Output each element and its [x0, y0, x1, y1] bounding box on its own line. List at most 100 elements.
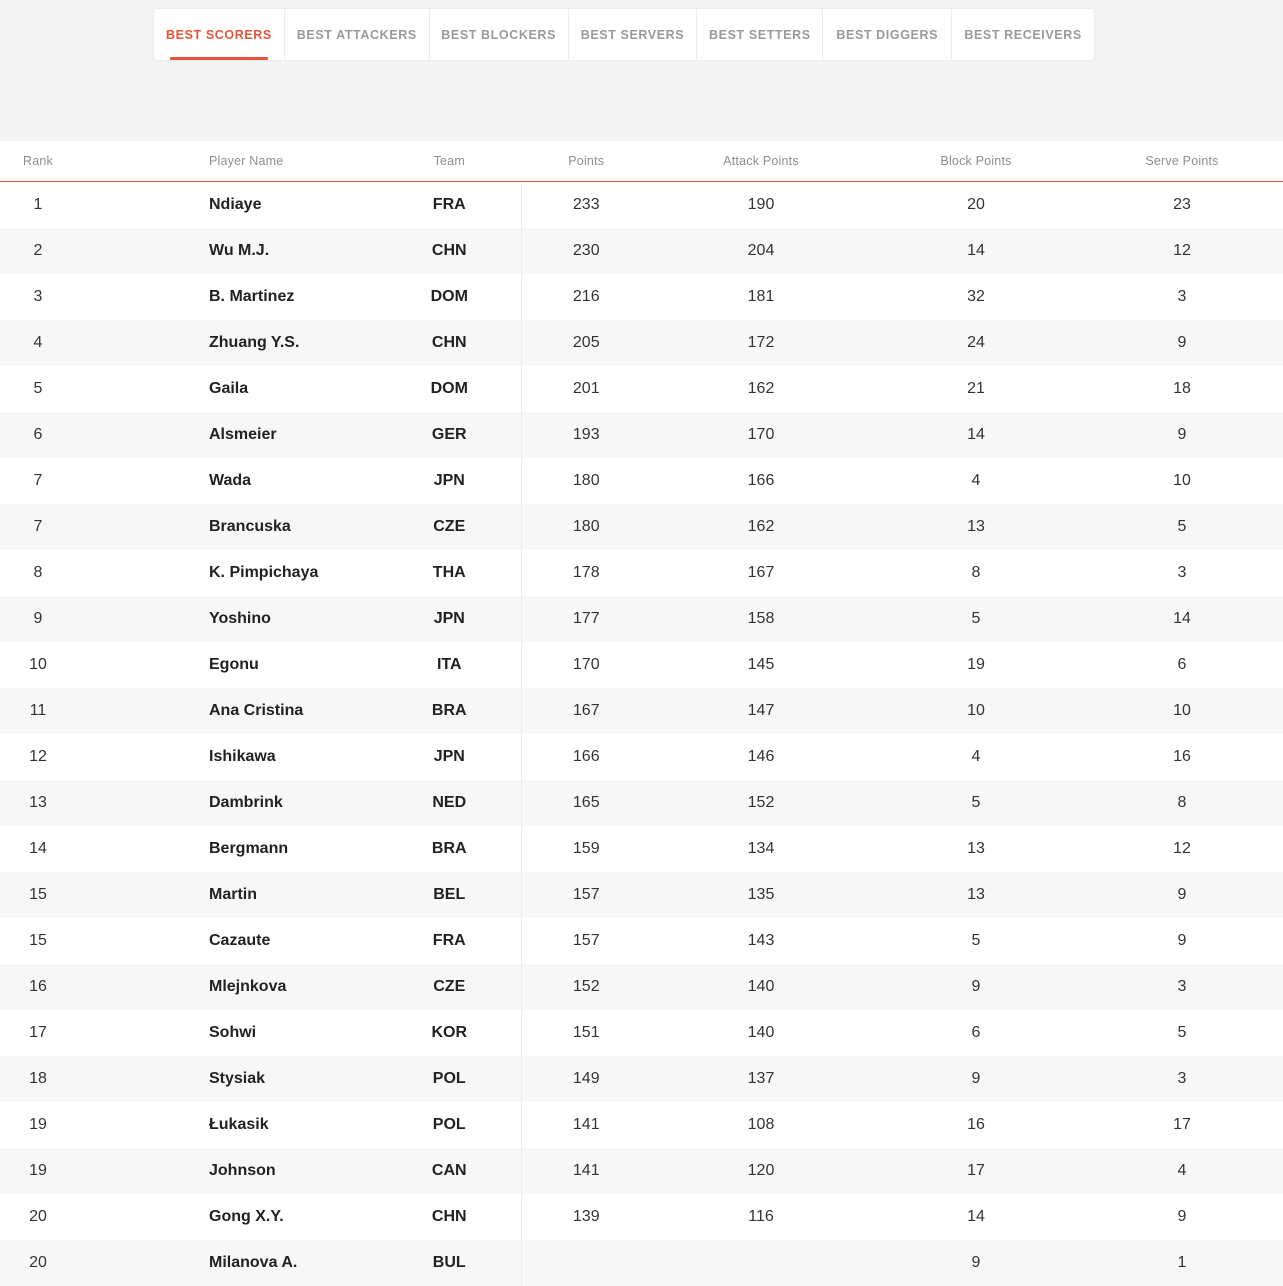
table-row[interactable]: 15 Cazaute FRA 157 143 5 9 — [0, 918, 1283, 964]
serve-points-cell: 17 — [1173, 1116, 1191, 1133]
table-row[interactable]: 1 Ndiaye FRA 233 190 20 23 — [0, 181, 1283, 228]
block-points-cell: 14 — [967, 1208, 985, 1225]
table-body: 1 Ndiaye FRA 233 190 20 23 2 Wu M.J. CHN 230 204 14 1… — [0, 181, 1283, 1286]
table-row[interactable]: 8 K. Pimpichaya THA 178 167 8 3 — [0, 550, 1283, 596]
tab-best-blockers[interactable]: BEST BLOCKERS — [430, 9, 569, 60]
points-cell — [521, 1240, 651, 1286]
rank-cell: 15 — [29, 932, 47, 949]
team-cell: ITA — [378, 642, 522, 688]
team-cell: DOM — [378, 366, 522, 412]
serve-points-cell: 9 — [1081, 412, 1283, 458]
points-cell: 159 — [572, 840, 600, 857]
block-points-cell: 13 — [967, 840, 985, 857]
rank-cell: 14 — [29, 840, 47, 857]
table-row[interactable]: 15 Martin BEL 157 135 13 9 — [0, 872, 1283, 918]
column-header-player-name[interactable]: Player Name — [76, 141, 378, 182]
points-cell: 139 — [572, 1208, 600, 1225]
rank-cell: 12 — [29, 748, 47, 765]
table-row[interactable]: 7 Brancuska CZE 180 162 13 5 — [0, 504, 1283, 550]
rank-cell: 5 — [33, 380, 43, 397]
table-row[interactable]: 7 Wada JPN 180 166 4 10 — [0, 458, 1283, 504]
serve-points-cell: 10 — [1081, 688, 1283, 734]
table-row[interactable]: 13 Dambrink NED 165 152 5 8 — [0, 780, 1283, 826]
attack-points-cell: 120 — [651, 1148, 871, 1194]
table-row[interactable]: 19 Johnson CAN 141 120 17 4 — [0, 1148, 1283, 1194]
team-cell: CAN — [378, 1148, 522, 1194]
tab-best-servers[interactable]: BEST SERVERS — [569, 9, 698, 60]
attack-points-cell: 190 — [747, 196, 775, 213]
attack-points-cell: 167 — [747, 564, 775, 581]
table-row[interactable]: 18 Stysiak POL 149 137 9 3 — [0, 1056, 1283, 1102]
column-header-block-points[interactable]: Block Points — [871, 141, 1081, 182]
points-cell: 177 — [521, 596, 651, 642]
tab-best-scorers[interactable]: BEST SCORERS — [154, 9, 285, 60]
rank-cell: 16 — [0, 964, 76, 1010]
block-points-cell: 4 — [971, 472, 981, 489]
attack-points-cell — [651, 1240, 871, 1286]
serve-points-cell: 10 — [1173, 472, 1191, 489]
block-points-cell: 5 — [971, 932, 981, 949]
attack-points-cell: 162 — [651, 504, 871, 550]
block-points-cell: 13 — [871, 504, 1081, 550]
player-name-cell: B. Martinez — [209, 288, 295, 305]
team-cell: KOR — [378, 1010, 522, 1056]
player-name-cell: Mlejnkova — [76, 964, 378, 1010]
table-row[interactable]: 19 Łukasik POL 141 108 16 17 — [0, 1102, 1283, 1148]
serve-points-cell: 16 — [1173, 748, 1191, 765]
table-row[interactable]: 9 Yoshino JPN 177 158 5 14 — [0, 596, 1283, 642]
player-name-cell: Wu M.J. — [76, 228, 378, 274]
rank-cell: 6 — [0, 412, 76, 458]
table-row[interactable]: 10 Egonu ITA 170 145 19 6 — [0, 642, 1283, 688]
team-cell: NED — [378, 780, 522, 826]
player-name-cell: Ndiaye — [209, 196, 262, 213]
table-row[interactable]: 3 B. Martinez DOM 216 181 32 3 — [0, 274, 1283, 320]
block-points-cell: 14 — [871, 412, 1081, 458]
table-row[interactable]: 2 Wu M.J. CHN 230 204 14 12 — [0, 228, 1283, 274]
rank-cell: 7 — [0, 504, 76, 550]
table-row[interactable]: 20 Gong X.Y. CHN 139 116 14 9 — [0, 1194, 1283, 1240]
serve-points-cell: 12 — [1081, 228, 1283, 274]
serve-points-cell: 23 — [1173, 196, 1191, 213]
table-row[interactable]: 6 Alsmeier GER 193 170 14 9 — [0, 412, 1283, 458]
tab-best-setters[interactable]: BEST SETTERS — [697, 9, 824, 60]
table-row[interactable]: 4 Zhuang Y.S. CHN 205 172 24 9 — [0, 320, 1283, 366]
table-row[interactable]: 16 Mlejnkova CZE 152 140 9 3 — [0, 964, 1283, 1010]
block-points-cell: 16 — [967, 1116, 985, 1133]
attack-points-cell: 108 — [747, 1116, 775, 1133]
points-cell: 149 — [521, 1056, 651, 1102]
attack-points-cell: 170 — [651, 412, 871, 458]
table-row[interactable]: 20 Milanova A. BUL 9 1 — [0, 1240, 1283, 1286]
rank-cell: 9 — [0, 596, 76, 642]
serve-points-cell: 9 — [1177, 1208, 1187, 1225]
table-row[interactable]: 12 Ishikawa JPN 166 146 4 16 — [0, 734, 1283, 780]
team-cell: THA — [378, 550, 522, 596]
points-cell: 151 — [572, 1024, 600, 1041]
team-cell: FRA — [378, 918, 522, 964]
column-header-attack-points[interactable]: Attack Points — [651, 141, 871, 182]
serve-points-cell: 4 — [1081, 1148, 1283, 1194]
block-points-cell: 32 — [967, 288, 985, 305]
table-row[interactable]: 17 Sohwi KOR 151 140 6 5 — [0, 1010, 1283, 1056]
points-cell: 180 — [572, 472, 600, 489]
rank-cell: 17 — [29, 1024, 47, 1041]
points-cell: 157 — [572, 932, 600, 949]
column-header-rank[interactable]: Rank — [0, 141, 76, 182]
team-cell: JPN — [378, 458, 522, 504]
attack-points-cell: 166 — [747, 472, 775, 489]
team-cell: CHN — [378, 320, 522, 366]
table-row[interactable]: 5 Gaila DOM 201 162 21 18 — [0, 366, 1283, 412]
table-row[interactable]: 14 Bergmann BRA 159 134 13 12 — [0, 826, 1283, 872]
team-cell: FRA — [378, 181, 522, 228]
column-header-team[interactable]: Team — [378, 141, 521, 182]
stats-tabs: BEST SCORERS BEST ATTACKERS BEST BLOCKER… — [153, 8, 1095, 61]
column-header-serve-points[interactable]: Serve Points — [1081, 141, 1283, 182]
tab-best-receivers[interactable]: BEST RECEIVERS — [952, 9, 1094, 60]
rank-cell: 3 — [33, 288, 43, 305]
attack-points-cell: 204 — [651, 228, 871, 274]
table-row[interactable]: 11 Ana Cristina BRA 167 147 10 10 — [0, 688, 1283, 734]
rank-cell: 20 — [29, 1208, 47, 1225]
tab-best-attackers[interactable]: BEST ATTACKERS — [285, 9, 430, 60]
serve-points-cell: 9 — [1081, 872, 1283, 918]
tab-best-diggers[interactable]: BEST DIGGERS — [823, 9, 953, 60]
column-header-points[interactable]: Points — [521, 141, 651, 182]
